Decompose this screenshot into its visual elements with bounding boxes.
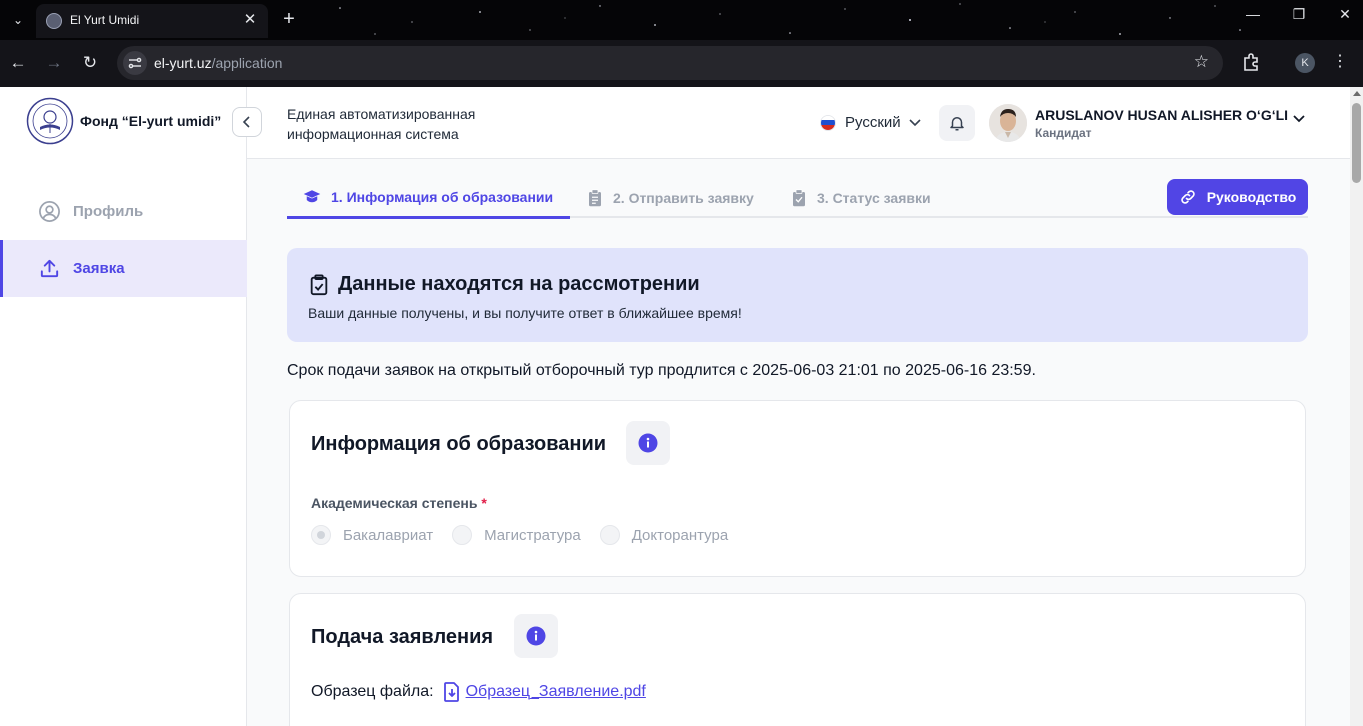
user-name: ARUSLANOV HUSAN ALISHER O‘G‘LI: [1035, 107, 1289, 123]
extensions-icon[interactable]: [1240, 51, 1262, 73]
scroll-up-arrow[interactable]: [1353, 91, 1361, 96]
bell-icon: [950, 117, 964, 131]
sample-file-link[interactable]: Образец_Заявление.pdf: [466, 683, 646, 701]
radio-bachelor[interactable]: Бакалавриат: [311, 525, 433, 545]
russia-flag-icon: [820, 114, 836, 131]
sidebar-collapse-button[interactable]: [232, 107, 262, 137]
step-tabs: 1. Информация об образовании 2. Отправит…: [287, 178, 1308, 219]
card-title: Подача заявления: [311, 626, 494, 648]
sample-file-row: Образец файла: Образец_Заявление.pdf: [311, 682, 646, 702]
top-header: Единая автоматизированная информационная…: [247, 87, 1350, 159]
step-label: 3. Статус заявки: [817, 190, 931, 206]
brand[interactable]: Фонд “El-yurt umidi”: [26, 97, 221, 145]
sidebar-item-application[interactable]: Заявка: [0, 240, 247, 297]
tab-education-info[interactable]: 1. Информация об образовании: [287, 178, 570, 219]
tab-strip: ⌄ El Yurt Umidi ✕ + — ❐ ✕: [0, 0, 1363, 40]
close-tab-icon[interactable]: ✕: [240, 10, 260, 30]
notifications-button[interactable]: [939, 105, 975, 141]
user-circle-icon: [39, 201, 60, 222]
language-selector[interactable]: Русский: [820, 114, 921, 131]
alert-text: Ваши данные получены, и вы получите отве…: [308, 305, 742, 321]
radio-master[interactable]: Магистратура: [452, 525, 581, 545]
browser-toolbar: ← → ↻ el-yurt.uz/application ☆ K ⋮: [0, 40, 1363, 87]
sidebar-item-label: Профиль: [73, 203, 144, 220]
system-title: Единая автоматизированная информационная…: [287, 106, 476, 142]
education-info-card: Информация об образовании Академическая …: [289, 400, 1306, 577]
application-submission-card: Подача заявления Образец файла: Образец_…: [289, 593, 1306, 726]
sample-file-label: Образец файла:: [311, 683, 434, 700]
minimize-icon[interactable]: —: [1241, 6, 1265, 23]
info-icon: [526, 626, 546, 646]
application-info-button[interactable]: [514, 614, 558, 658]
browser-tab[interactable]: El Yurt Umidi ✕: [36, 4, 268, 38]
radio-label: Магистратура: [484, 526, 581, 544]
info-icon: [638, 433, 658, 453]
guide-button[interactable]: Руководство: [1167, 179, 1308, 215]
graduation-cap-icon: [303, 190, 321, 203]
academic-degree-label: Академическая степень *: [311, 495, 487, 511]
user-avatar[interactable]: [989, 104, 1027, 142]
url-text: el-yurt.uz/application: [154, 55, 283, 71]
favicon-icon: [46, 13, 62, 29]
radio-button[interactable]: [452, 525, 473, 545]
address-bar[interactable]: el-yurt.uz/application ☆: [117, 46, 1223, 80]
education-info-button[interactable]: [626, 421, 670, 465]
upload-icon: [40, 259, 59, 278]
tab-application-status[interactable]: 3. Статус заявки: [791, 178, 931, 218]
deadline-text: Срок подачи заявок на открытый отборочны…: [287, 362, 1036, 379]
close-window-icon[interactable]: ✕: [1333, 6, 1357, 23]
brand-name: Фонд “El-yurt umidi”: [80, 113, 222, 129]
sidebar: Фонд “El-yurt umidi” Профиль Заявка: [0, 87, 247, 726]
user-role: Кандидат: [1035, 126, 1092, 140]
radio-label: Бакалавриат: [343, 526, 434, 544]
radio-button[interactable]: [311, 525, 331, 545]
chevron-left-icon: [242, 116, 250, 128]
chevron-down-icon: [909, 118, 921, 126]
site-info-icon[interactable]: [123, 51, 147, 75]
browser-menu-icon[interactable]: ⋮: [1330, 51, 1350, 71]
card-title: Информация об образовании: [311, 433, 607, 455]
academic-degree-radio-group: Бакалавриат Магистратура Докторантура: [311, 525, 747, 545]
tab-search-chevron-icon[interactable]: ⌄: [8, 10, 28, 30]
tab-title: El Yurt Umidi: [70, 13, 140, 27]
radio-button[interactable]: [599, 525, 620, 545]
review-status-alert: Данные находятся на рассмотрении Ваши да…: [287, 248, 1308, 342]
browser-chrome: ⌄ El Yurt Umidi ✕ + — ❐ ✕ ← → ↻ el-yurt.…: [0, 0, 1363, 87]
radio-label: Докторантура: [631, 526, 729, 544]
tab-submit-application[interactable]: 2. Отправить заявку: [587, 178, 754, 218]
forward-icon[interactable]: →: [42, 51, 66, 75]
sidebar-item-profile[interactable]: Профиль: [0, 183, 247, 240]
scroll-thumb[interactable]: [1352, 103, 1361, 183]
clipboard-check-icon: [793, 189, 805, 207]
restore-icon[interactable]: ❐: [1287, 6, 1311, 23]
page-scrollbar[interactable]: [1350, 87, 1363, 726]
bookmark-star-icon[interactable]: ☆: [1194, 52, 1209, 72]
step-label: 1. Информация об образовании: [331, 189, 554, 205]
alert-title-text: Данные находятся на рассмотрении: [338, 273, 700, 295]
clipboard-list-icon: [589, 189, 601, 207]
step-label: 2. Отправить заявку: [613, 190, 754, 206]
alert-title: Данные находятся на рассмотрении: [309, 273, 700, 296]
sidebar-item-label: Заявка: [73, 260, 125, 277]
language-label: Русский: [845, 114, 901, 131]
profile-avatar[interactable]: K: [1295, 53, 1315, 73]
foundation-logo: [26, 97, 74, 145]
new-tab-icon[interactable]: +: [278, 8, 300, 30]
window-controls: — ❐ ✕: [1241, 6, 1357, 23]
user-menu-chevron-icon[interactable]: [1293, 115, 1305, 123]
link-icon: [1180, 190, 1195, 204]
file-download-icon: [443, 682, 459, 702]
clipboard-check-outline-icon: [310, 273, 328, 295]
avatar-photo: [989, 104, 1027, 142]
reload-icon[interactable]: ↻: [78, 51, 102, 75]
radio-doctorate[interactable]: Докторантура: [599, 525, 729, 545]
back-icon[interactable]: ←: [6, 51, 30, 75]
guide-label: Руководство: [1206, 189, 1297, 205]
